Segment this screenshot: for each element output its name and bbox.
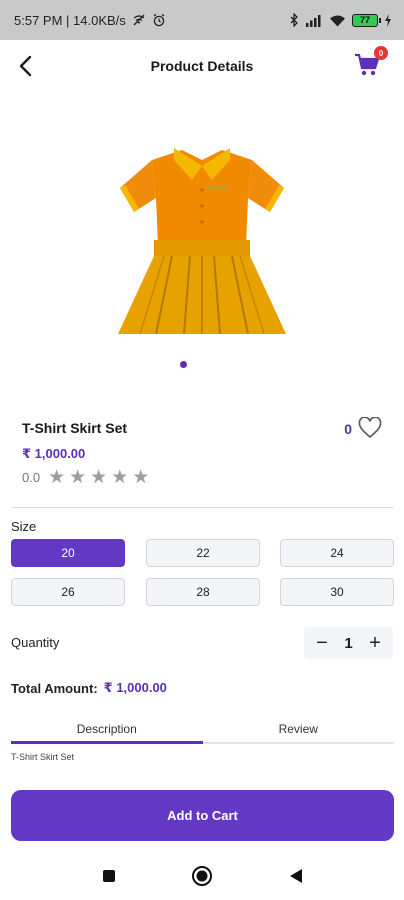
size-option-30[interactable]: 30 xyxy=(280,578,394,606)
quantity-value: 1 xyxy=(344,634,353,652)
increase-quantity-button[interactable]: + xyxy=(365,633,385,653)
status-time-speed: 5:57 PM | 14.0KB/s xyxy=(14,12,126,28)
bluetooth-icon xyxy=(290,13,298,27)
divider xyxy=(11,507,394,508)
triangle-back-icon xyxy=(290,869,302,883)
heart-icon xyxy=(358,416,382,439)
wishlist-button[interactable] xyxy=(358,416,382,439)
star-icon: ★ xyxy=(111,467,129,488)
cart-badge: 0 xyxy=(374,46,388,60)
page-title: Product Details xyxy=(150,58,254,74)
decrease-quantity-button[interactable]: − xyxy=(312,633,332,653)
circle-home-icon xyxy=(192,866,212,886)
square-icon xyxy=(103,870,115,882)
description-text: T-Shirt Skirt Set xyxy=(11,752,75,762)
total-amount-row: Total Amount: ₹ 1,000.00 xyxy=(11,680,167,696)
star-icon: ★ xyxy=(90,467,108,488)
cart-button[interactable]: 0 xyxy=(354,46,388,80)
product-name: T-Shirt Skirt Set xyxy=(22,420,128,436)
status-left: 5:57 PM | 14.0KB/s xyxy=(14,13,166,28)
size-option-28[interactable]: 28 xyxy=(146,578,260,606)
wifi-off-icon xyxy=(133,14,145,26)
tab-description[interactable]: Description xyxy=(11,717,203,744)
system-nav-bar xyxy=(0,852,404,900)
rating-value: 0.0 xyxy=(22,470,41,485)
star-icon: ★ xyxy=(69,467,87,488)
total-amount-label: Total Amount: xyxy=(11,680,98,696)
status-bar: 5:57 PM | 14.0KB/s 77 xyxy=(0,0,404,40)
quantity-stepper: − 1 + xyxy=(304,627,393,659)
status-right: 77 xyxy=(289,13,392,27)
app-header: Product Details 0 xyxy=(0,40,404,92)
detail-tabs: Description Review xyxy=(11,717,394,744)
battery-level: 77 xyxy=(359,15,370,25)
size-option-20[interactable]: 20 xyxy=(11,539,125,567)
alarm-icon xyxy=(153,13,165,27)
back-nav-button[interactable] xyxy=(285,865,307,887)
star-icon: ★ xyxy=(48,467,66,488)
signal-icon xyxy=(306,14,321,27)
product-image xyxy=(118,148,286,335)
add-to-cart-button[interactable]: Add to Cart xyxy=(11,790,394,841)
home-button[interactable] xyxy=(191,865,213,887)
carousel-dot[interactable] xyxy=(180,361,187,368)
size-option-24[interactable]: 24 xyxy=(280,539,394,567)
recents-button[interactable] xyxy=(98,865,120,887)
size-option-22[interactable]: 22 xyxy=(146,539,260,567)
chevron-left-icon xyxy=(19,55,32,77)
total-amount-value: ₹ 1,000.00 xyxy=(103,680,167,695)
rating-row: 0.0 ★ ★ ★ ★ ★ xyxy=(22,468,149,487)
charging-icon xyxy=(385,13,391,27)
star-icon: ★ xyxy=(132,467,150,488)
wifi-icon xyxy=(330,15,345,26)
tab-review[interactable]: Review xyxy=(203,717,395,742)
back-button[interactable] xyxy=(12,53,38,79)
size-label: Size xyxy=(11,519,37,534)
battery-icon: 77 xyxy=(352,13,381,27)
product-price: ₹ 1,000.00 xyxy=(22,446,86,461)
like-count: 0 xyxy=(344,421,352,437)
size-option-26[interactable]: 26 xyxy=(11,578,125,606)
quantity-label: Quantity xyxy=(11,635,60,650)
